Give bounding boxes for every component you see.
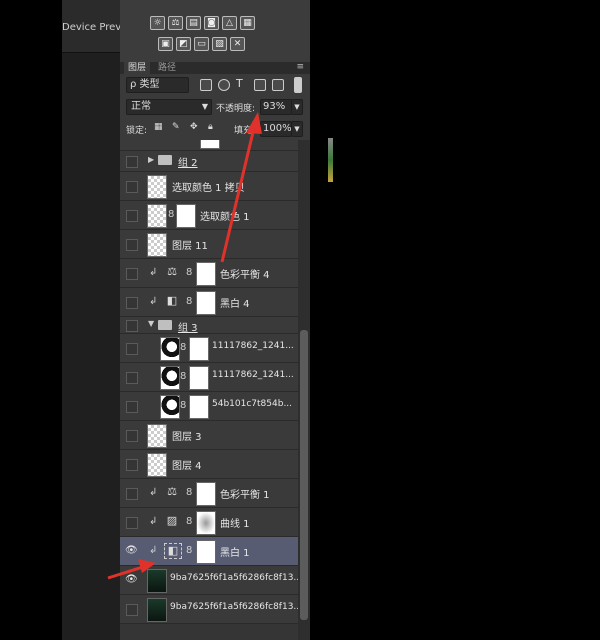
- arrow-to-selected-layer: [107, 559, 156, 580]
- arrow-to-opacity: [220, 112, 262, 263]
- annotation-arrows: [107, 112, 262, 580]
